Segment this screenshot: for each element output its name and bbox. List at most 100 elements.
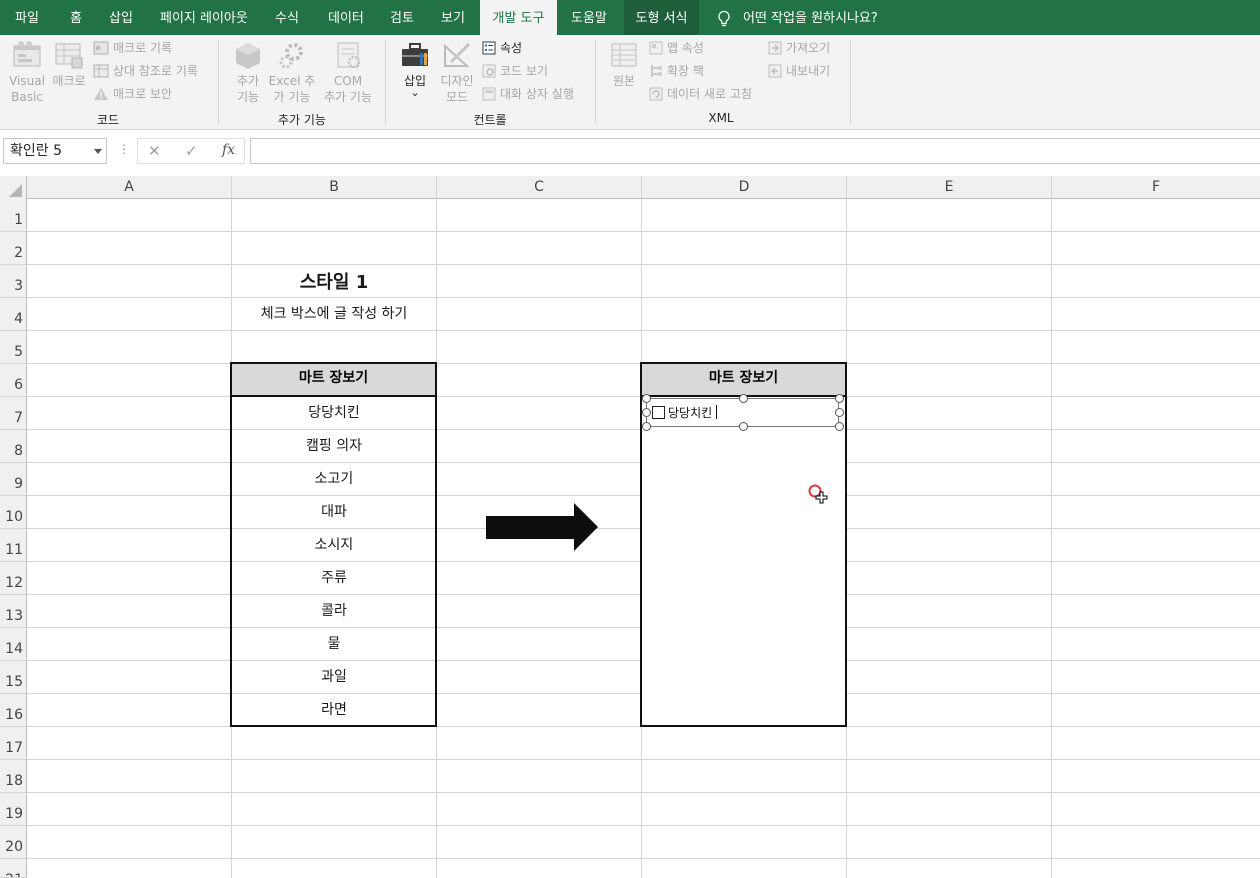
row-header-1[interactable]: 1 bbox=[0, 199, 27, 232]
list-item[interactable]: 당당치킨 bbox=[232, 402, 436, 422]
excel-addins-label: Excel 추 가 기능 bbox=[268, 74, 316, 104]
row-header-14[interactable]: 14 bbox=[0, 628, 27, 661]
row-header-9[interactable]: 9 bbox=[0, 463, 27, 496]
properties-button[interactable]: 속성 bbox=[482, 38, 522, 58]
ribbon-tab-bar: 파일 홈 삽입 페이지 레이아웃 수식 데이터 검토 보기 개발 도구 도움말 … bbox=[0, 0, 1260, 35]
column-header-b[interactable]: B bbox=[232, 176, 437, 199]
row-header-18[interactable]: 18 bbox=[0, 760, 27, 793]
tab-insert[interactable]: 삽입 bbox=[101, 0, 141, 35]
list-item[interactable]: 소시지 bbox=[232, 534, 436, 554]
tab-view[interactable]: 보기 bbox=[433, 0, 473, 35]
tab-review[interactable]: 검토 bbox=[382, 0, 422, 35]
column-header-e[interactable]: E bbox=[847, 176, 1052, 199]
design-mode-button[interactable]: 디자인 모드 bbox=[437, 40, 477, 105]
row-header-13[interactable]: 13 bbox=[0, 595, 27, 628]
row-header-8[interactable]: 8 bbox=[0, 430, 27, 463]
tab-formulas[interactable]: 수식 bbox=[267, 0, 307, 35]
tell-me-search[interactable]: 어떤 작업을 원하시나요? bbox=[738, 0, 883, 35]
relative-reference-button[interactable]: 상대 참조로 기록 bbox=[93, 61, 198, 81]
gear-icon bbox=[279, 43, 303, 69]
macro-security-button[interactable]: 매크로 보안 bbox=[93, 84, 172, 104]
tab-page-layout[interactable]: 페이지 레이아웃 bbox=[152, 0, 256, 35]
list-item[interactable]: 대파 bbox=[232, 501, 436, 521]
row-header-6[interactable]: 6 bbox=[0, 364, 27, 397]
row-header-7[interactable]: 7 bbox=[0, 397, 27, 430]
resize-handle[interactable] bbox=[739, 422, 748, 431]
resize-handle[interactable] bbox=[642, 422, 651, 431]
row-header-17[interactable]: 17 bbox=[0, 727, 27, 760]
sheet-title: 스타일 1 bbox=[299, 272, 369, 293]
enter-icon[interactable]: ✓ bbox=[185, 142, 198, 160]
column-header-d[interactable]: D bbox=[642, 176, 847, 199]
formula-bar: 확인란 5 ⋮ ✕ ✓ fx bbox=[0, 130, 1260, 176]
list-item[interactable]: 콜라 bbox=[232, 600, 436, 620]
gridline bbox=[27, 759, 1260, 760]
run-dialog-button[interactable]: 대화 상자 실행 bbox=[482, 84, 574, 104]
visual-basic-button[interactable]: Visual Basic bbox=[6, 40, 48, 105]
tab-shape-format[interactable]: 도형 서식 bbox=[624, 0, 699, 35]
list-item[interactable]: 라면 bbox=[232, 699, 436, 719]
macro-label: 매크로 bbox=[52, 74, 86, 88]
row-header-19[interactable]: 19 bbox=[0, 793, 27, 826]
table-header[interactable]: 마트 장보기 bbox=[232, 364, 435, 397]
row-header-4[interactable]: 4 bbox=[0, 298, 27, 331]
formula-input[interactable] bbox=[250, 138, 1260, 164]
run-dialog-icon bbox=[482, 87, 496, 100]
row-header-11[interactable]: 11 bbox=[0, 529, 27, 562]
cancel-icon[interactable]: ✕ bbox=[148, 142, 161, 160]
select-all-icon bbox=[9, 184, 22, 197]
resize-handle[interactable] bbox=[739, 394, 748, 403]
row-header-10[interactable]: 10 bbox=[0, 496, 27, 529]
record-macro-button[interactable]: 매크로 기록 bbox=[93, 38, 172, 58]
checkbox-label[interactable]: 당당치킨 bbox=[668, 404, 712, 421]
row-header-12[interactable]: 12 bbox=[0, 562, 27, 595]
tab-home[interactable]: 홈 bbox=[62, 0, 90, 35]
list-item[interactable]: 주류 bbox=[232, 567, 436, 587]
row-header-5[interactable]: 5 bbox=[0, 331, 27, 364]
resize-handle[interactable] bbox=[835, 408, 844, 417]
resize-handle[interactable] bbox=[642, 408, 651, 417]
view-code-label: 코드 보기 bbox=[500, 64, 548, 78]
resize-handle[interactable] bbox=[835, 394, 844, 403]
resize-handle[interactable] bbox=[642, 394, 651, 403]
excel-addins-button[interactable]: Excel 추 가 기능 bbox=[268, 40, 316, 105]
map-properties-label: 맵 속성 bbox=[667, 41, 704, 55]
export-button[interactable]: 내보내기 bbox=[768, 61, 830, 81]
xml-source-button[interactable]: 원본 bbox=[605, 40, 643, 89]
column-header-f[interactable]: F bbox=[1052, 176, 1260, 199]
formula-bar-grip[interactable]: ⋮ bbox=[118, 142, 130, 156]
row-header-3[interactable]: 3 bbox=[0, 265, 27, 298]
list-item[interactable]: 소고기 bbox=[232, 468, 436, 488]
refresh-data-button[interactable]: 데이터 새로 고침 bbox=[649, 84, 752, 104]
list-item[interactable]: 과일 bbox=[232, 666, 436, 686]
chevron-down-icon[interactable] bbox=[94, 149, 102, 154]
import-button[interactable]: 가져오기 bbox=[768, 38, 830, 58]
name-box[interactable]: 확인란 5 bbox=[3, 138, 107, 164]
tab-file[interactable]: 파일 bbox=[8, 0, 46, 35]
insert-function-icon[interactable]: fx bbox=[222, 142, 235, 158]
insert-control-button[interactable]: 삽입 ⌄ bbox=[397, 40, 433, 98]
table-header[interactable]: 마트 장보기 bbox=[642, 364, 845, 397]
addins-button[interactable]: 추가 기능 bbox=[227, 40, 269, 105]
row-header-15[interactable]: 15 bbox=[0, 661, 27, 694]
column-header-a[interactable]: A bbox=[27, 176, 232, 199]
row-header-16[interactable]: 16 bbox=[0, 694, 27, 727]
row-header-2[interactable]: 2 bbox=[0, 232, 27, 265]
map-properties-button[interactable]: 맵 속성 bbox=[649, 38, 704, 58]
list-item[interactable]: 캠핑 의자 bbox=[232, 435, 436, 455]
view-code-button[interactable]: 코드 보기 bbox=[482, 61, 548, 81]
column-header-c[interactable]: C bbox=[437, 176, 642, 199]
tab-developer[interactable]: 개발 도구 bbox=[480, 0, 557, 35]
tab-data[interactable]: 데이터 bbox=[320, 0, 372, 35]
row-header-20[interactable]: 20 bbox=[0, 826, 27, 859]
list-item[interactable]: 물 bbox=[232, 633, 436, 653]
row-header-21[interactable]: 21 bbox=[0, 859, 27, 878]
com-addins-button[interactable]: COM 추가 기능 bbox=[320, 40, 376, 105]
tab-help[interactable]: 도움말 bbox=[563, 0, 615, 35]
resize-handle[interactable] bbox=[835, 422, 844, 431]
macro-button[interactable]: 매크로 bbox=[50, 40, 88, 89]
checkbox[interactable] bbox=[652, 406, 665, 419]
view-code-icon bbox=[482, 64, 496, 77]
toolbox-icon bbox=[402, 43, 428, 66]
expansion-packs-button[interactable]: 확장 팩 bbox=[649, 61, 704, 81]
